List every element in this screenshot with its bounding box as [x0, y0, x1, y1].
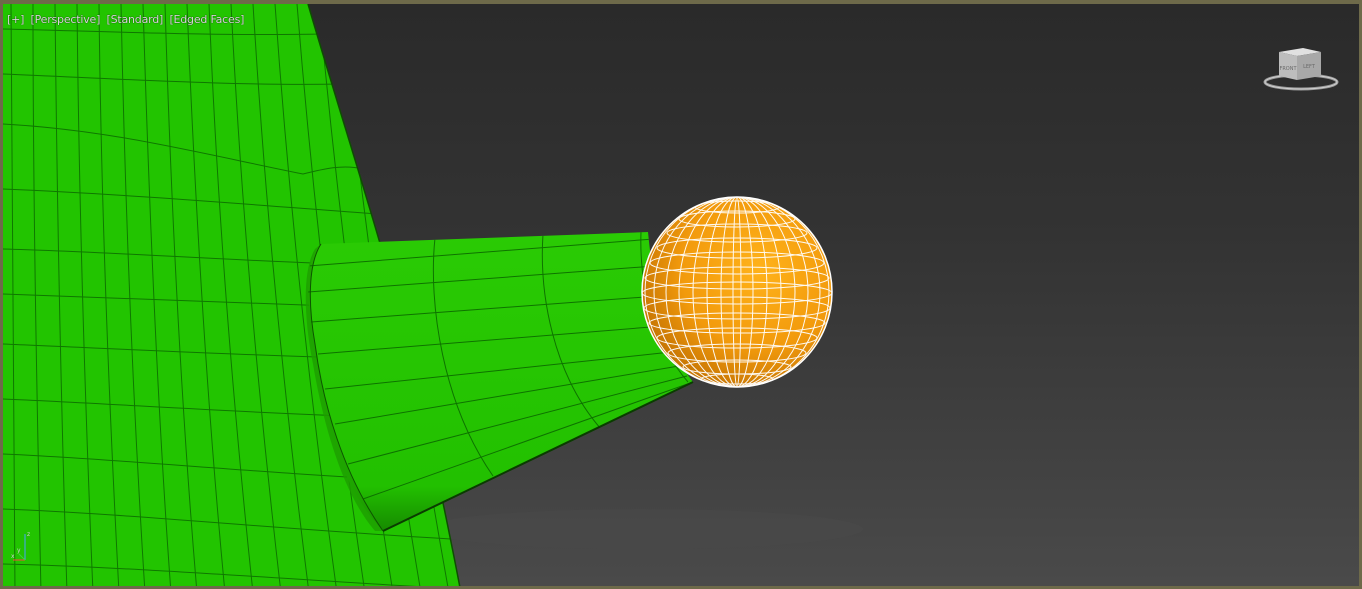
display-mode-button[interactable]: [Edged Faces]	[169, 13, 244, 26]
viewcube-front-label: FRONT	[1279, 66, 1297, 72]
green-cylinder-mesh[interactable]	[305, 232, 694, 532]
axis-tripod-icon: z x y	[11, 531, 30, 561]
viewcube-left-label: LEFT	[1303, 64, 1316, 70]
viewport-menu-button[interactable]: [+]	[7, 13, 24, 26]
svg-text:z: z	[27, 531, 30, 538]
viewcube-icon[interactable]: FRONT LEFT	[1259, 44, 1343, 96]
view-type-button[interactable]: [Perspective]	[31, 13, 101, 26]
svg-text:y: y	[17, 547, 21, 554]
svg-text:x: x	[11, 553, 15, 560]
viewport-label: [+] [Perspective] [Standard] [Edged Face…	[7, 13, 247, 26]
perspective-viewport[interactable]: [+] [Perspective] [Standard] [Edged Face…	[0, 0, 1362, 589]
orange-sphere[interactable]	[641, 196, 833, 388]
scene-canvas[interactable]	[3, 4, 1362, 589]
shading-mode-button[interactable]: [Standard]	[107, 13, 164, 26]
